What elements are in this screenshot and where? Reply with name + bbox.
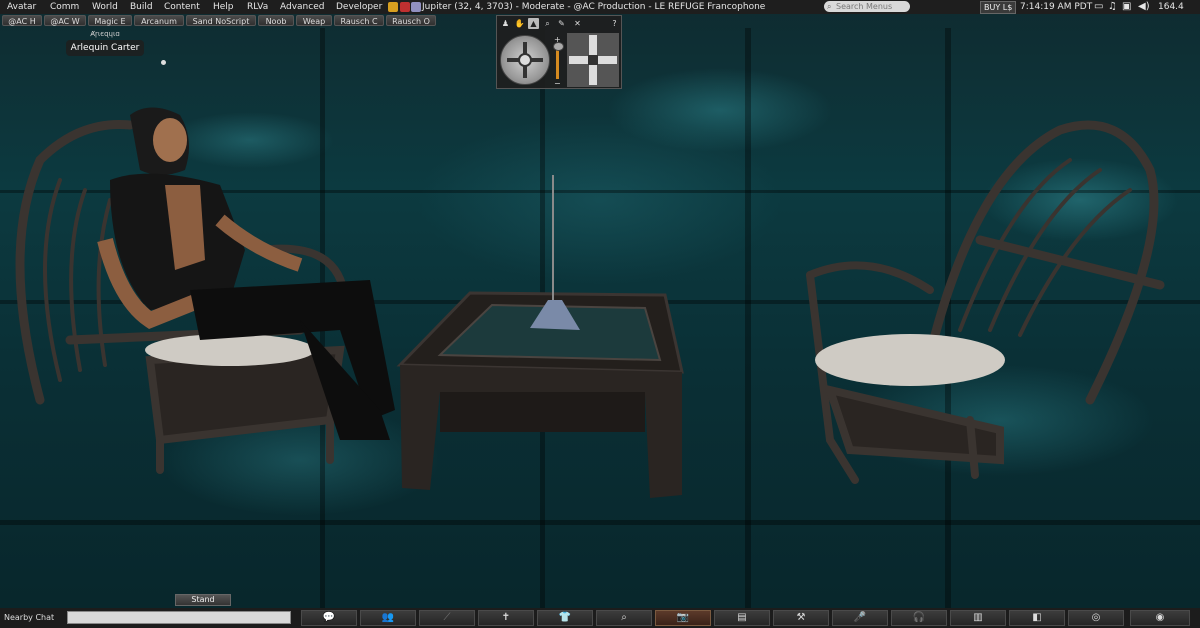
orbit-joystick[interactable] bbox=[500, 35, 550, 85]
minimap-icon[interactable]: ◧ bbox=[1009, 610, 1065, 626]
menu-help[interactable]: Help bbox=[213, 0, 234, 14]
search-placeholder: Search Menus bbox=[836, 2, 893, 11]
object-marker bbox=[161, 60, 166, 65]
3d-world-viewport[interactable] bbox=[0, 0, 1200, 628]
nearby-chat-input[interactable] bbox=[67, 611, 291, 624]
menu-rlva[interactable]: RLVa bbox=[247, 0, 268, 14]
search-icon[interactable]: ⌕ bbox=[596, 610, 652, 626]
favorite-landmark[interactable]: @AC W bbox=[44, 15, 86, 26]
inventory-icon[interactable]: ▤ bbox=[714, 610, 770, 626]
zoom-slider-handle[interactable] bbox=[553, 42, 564, 51]
favorite-landmark[interactable]: Rausch C bbox=[334, 15, 384, 26]
clock: 7:14:19 AM PDT bbox=[1020, 2, 1093, 12]
right-chair-cushion bbox=[815, 334, 1005, 386]
stand-button[interactable]: Stand bbox=[175, 594, 231, 606]
top-menu-bar: Avatar Comm World Build Content Help RLV… bbox=[0, 0, 1200, 14]
build-icon[interactable]: ⚒ bbox=[773, 610, 829, 626]
favorite-landmark[interactable]: Noob bbox=[258, 15, 294, 26]
no-build-icon[interactable] bbox=[388, 2, 398, 12]
menu-comm[interactable]: Comm bbox=[50, 0, 79, 14]
gestures-icon[interactable]: ⟋ bbox=[419, 610, 475, 626]
voice-icon[interactable]: 🎤 bbox=[832, 610, 888, 626]
sound-icon[interactable]: 🎧 bbox=[891, 610, 947, 626]
view-icon[interactable]: ◉ bbox=[1130, 610, 1190, 626]
object-view-icon[interactable]: ⌕ bbox=[542, 18, 553, 29]
fps-counter: 164.4 bbox=[1158, 2, 1184, 12]
snapshot-icon[interactable]: 📷 bbox=[655, 610, 711, 626]
menu-build[interactable]: Build bbox=[130, 0, 153, 14]
favorite-landmark[interactable]: Magic E bbox=[88, 15, 132, 26]
zoom-minus-icon[interactable]: − bbox=[554, 80, 561, 88]
move-icon[interactable]: ✝ bbox=[478, 610, 534, 626]
help-button[interactable]: ? bbox=[609, 18, 620, 29]
favorite-landmark[interactable]: @AC H bbox=[2, 15, 42, 26]
search-icon: ⌕ bbox=[827, 2, 832, 11]
favorite-landmark[interactable]: Rausch O bbox=[386, 15, 436, 26]
buy-linden-button[interactable]: BUY L$ bbox=[980, 1, 1017, 14]
close-icon[interactable]: ✕ bbox=[572, 18, 583, 29]
volume-icon[interactable]: ◀) bbox=[1138, 1, 1150, 13]
left-chair-cushion bbox=[145, 334, 315, 366]
monitor-icon[interactable]: ▭ bbox=[1094, 1, 1103, 13]
avatar-nametag[interactable]: Ⱥɼɩєɋɥɩɑ Arlequin Carter bbox=[66, 28, 144, 58]
chat-icon[interactable]: 💬 bbox=[301, 610, 357, 626]
radar-icon[interactable]: ◎ bbox=[1068, 610, 1124, 626]
menu-advanced[interactable]: Advanced bbox=[280, 0, 324, 14]
menu-developer[interactable]: Developer bbox=[336, 0, 382, 14]
camera-controls-floater: ♟ ✋ ▲ ⌕ ✎ ✕ ? + − bbox=[496, 15, 622, 89]
map-icon[interactable]: ▥ bbox=[950, 610, 1006, 626]
menu-content[interactable]: Content bbox=[164, 0, 200, 14]
display-name: Ⱥɼɩєɋɥɩɑ bbox=[90, 30, 120, 38]
nearby-chat-label: Nearby Chat bbox=[4, 613, 55, 622]
people-icon[interactable]: 👥 bbox=[360, 610, 416, 626]
camera-presets-icon[interactable]: ✎ bbox=[556, 18, 567, 29]
music-icon[interactable]: ♫ bbox=[1108, 1, 1117, 13]
avatar-name: Arlequin Carter bbox=[66, 40, 144, 56]
favorite-landmark[interactable]: Weap bbox=[296, 15, 332, 26]
favorite-landmark[interactable]: Arcanum bbox=[134, 15, 184, 26]
right-wicker-chair bbox=[806, 120, 1165, 484]
scene-objects bbox=[15, 107, 1165, 498]
search-menus-input[interactable]: ⌕ Search Menus bbox=[824, 1, 910, 12]
location-info[interactable]: Jupiter (32, 4, 3703) - Moderate - @AC P… bbox=[422, 0, 765, 14]
hand-icon[interactable]: ✋ bbox=[514, 18, 525, 29]
menu-avatar[interactable]: Avatar bbox=[7, 0, 36, 14]
appearance-icon[interactable]: 👕 bbox=[537, 610, 593, 626]
media-icon[interactable]: ▣ bbox=[1122, 1, 1131, 13]
pan-joystick[interactable] bbox=[567, 33, 619, 87]
favorite-landmark[interactable]: Sand NoScript bbox=[186, 15, 256, 26]
avatar-view-icon[interactable]: ▲ bbox=[528, 18, 539, 29]
menu-world[interactable]: World bbox=[92, 0, 118, 14]
damage-icon[interactable] bbox=[400, 2, 410, 12]
bottom-toolbar: Nearby Chat 💬 👥 ⟋ ✝ 👕 ⌕ 📷 ▤ ⚒ 🎤 🎧 ▥ ◧ ◎ … bbox=[0, 608, 1200, 628]
no-fly-icon[interactable] bbox=[411, 2, 421, 12]
person-icon[interactable]: ♟ bbox=[500, 18, 511, 29]
